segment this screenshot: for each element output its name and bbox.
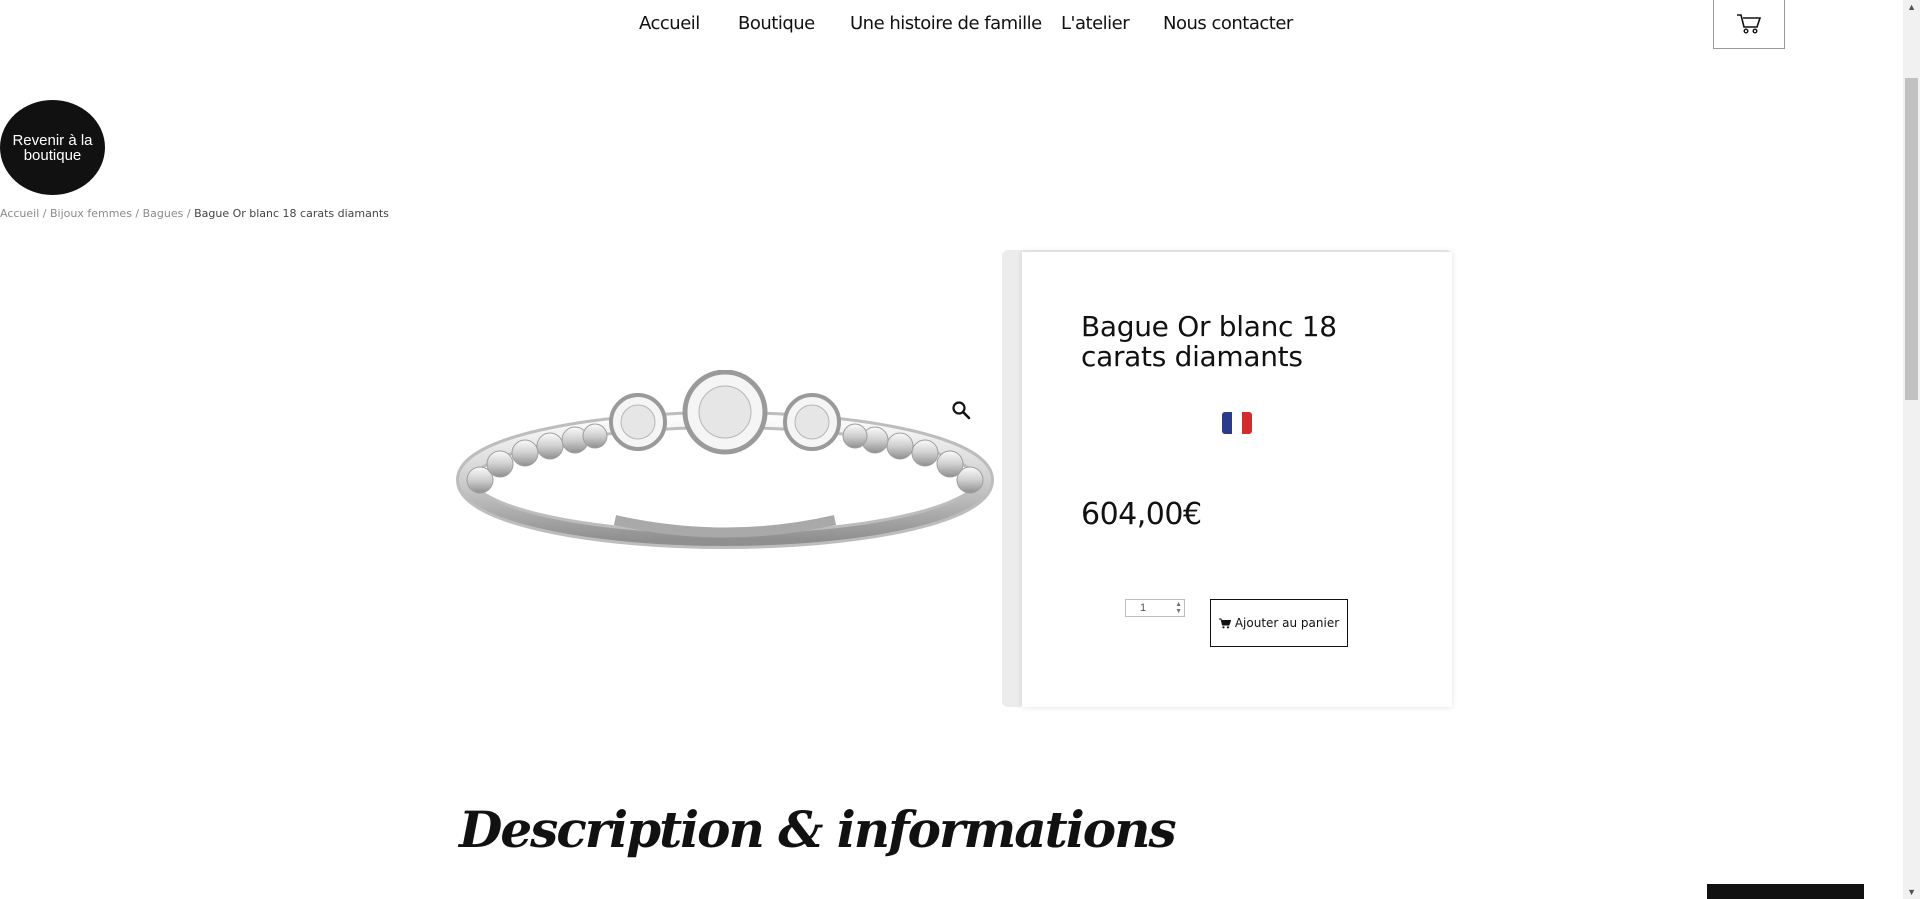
- product-card: Bague Or blanc 18 carats diamants 604,00…: [1022, 252, 1452, 707]
- header-cart-button[interactable]: [1713, 0, 1785, 49]
- nav-item-histoire[interactable]: Une histoire de famille: [850, 13, 1042, 34]
- scrollbar[interactable]: ▲ ▼: [1903, 0, 1920, 899]
- scroll-up-icon[interactable]: ▲: [1907, 2, 1916, 12]
- breadcrumb: Accueil / Bijoux femmes / Bagues / Bague…: [0, 207, 389, 220]
- section-title: Description & informations: [459, 800, 1177, 859]
- add-to-cart-label: Ajouter au panier: [1234, 616, 1340, 630]
- breadcrumb-separator: /: [131, 207, 143, 220]
- breadcrumb-bagues[interactable]: Bagues: [143, 207, 184, 220]
- back-to-shop-button[interactable]: Revenir à la boutique: [0, 100, 105, 195]
- nav-item-boutique[interactable]: Boutique: [738, 13, 815, 34]
- top-navigation: Accueil Boutique Une histoire de famille…: [0, 0, 1900, 50]
- stepper-arrows-icon[interactable]: ▲ ▼: [1175, 601, 1182, 615]
- scroll-thumb[interactable]: [1905, 78, 1918, 400]
- quantity-value: 1: [1140, 602, 1147, 614]
- breadcrumb-current: Bague Or blanc 18 carats diamants: [194, 207, 389, 220]
- nav-item-atelier[interactable]: L'atelier: [1061, 13, 1130, 34]
- breadcrumb-separator: /: [39, 207, 50, 220]
- breadcrumb-accueil[interactable]: Accueil: [0, 207, 39, 220]
- quantity-stepper[interactable]: 1 ▲ ▼: [1125, 599, 1185, 617]
- france-flag-icon: [1222, 412, 1252, 434]
- add-to-cart-button[interactable]: Ajouter au panier: [1210, 599, 1348, 647]
- breadcrumb-separator: /: [183, 207, 195, 220]
- cart-icon: [1218, 618, 1231, 628]
- product-title: Bague Or blanc 18 carats diamants: [1081, 310, 1337, 373]
- bottom-widget[interactable]: [1707, 884, 1864, 899]
- nav-item-contact[interactable]: Nous contacter: [1163, 13, 1293, 34]
- cart-icon: [1737, 13, 1762, 34]
- magnifier-icon[interactable]: [951, 400, 971, 420]
- nav-item-accueil[interactable]: Accueil: [639, 13, 700, 34]
- product-image[interactable]: [455, 370, 995, 570]
- product-price: 604,00€: [1081, 497, 1202, 532]
- breadcrumb-bijoux-femmes[interactable]: Bijoux femmes: [50, 207, 132, 220]
- scroll-down-icon[interactable]: ▼: [1907, 887, 1916, 897]
